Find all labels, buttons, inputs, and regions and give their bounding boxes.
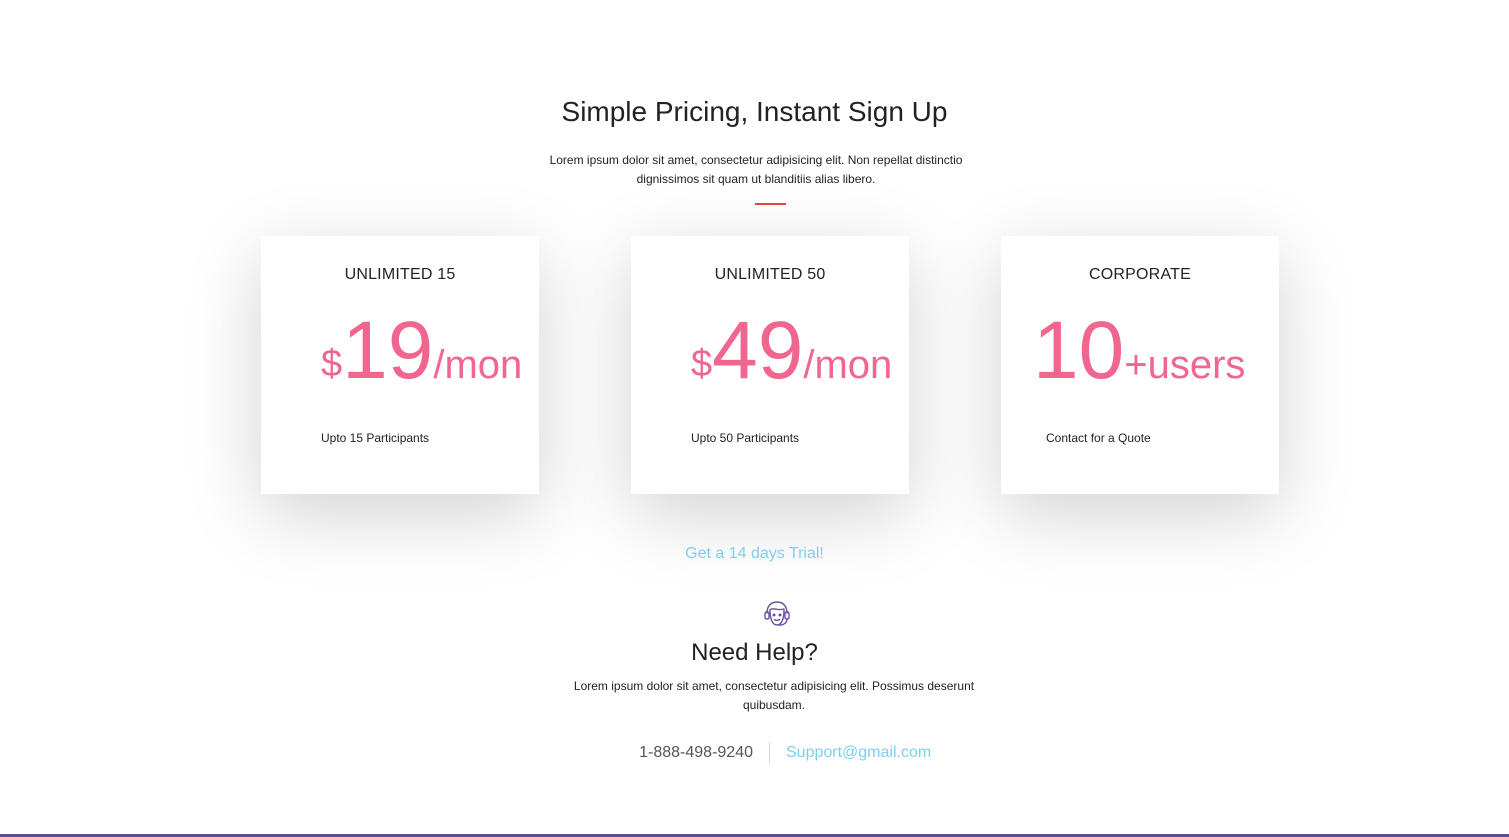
price-amount: 19 — [342, 305, 434, 396]
price-suffix: +users — [1124, 343, 1246, 387]
page-title: Simple Pricing, Instant Sign Up — [561, 96, 948, 127]
price-amount: 49 — [712, 305, 804, 396]
help-text: Lorem ipsum dolor sit amet, consectetur … — [573, 679, 975, 712]
plan-price: $49/mon — [691, 310, 892, 392]
plan-name: UNLIMITED 50 — [714, 266, 826, 283]
contact-divider — [769, 742, 770, 764]
plan-price: $19/mon — [321, 310, 522, 392]
price-suffix: /mon — [803, 343, 893, 387]
plan-name: CORPORATE — [1089, 266, 1191, 283]
support-agent-icon — [761, 598, 793, 630]
pricing-page: Simple Pricing, Instant Sign Up Lorem ip… — [0, 0, 1509, 837]
price-amount: 10 — [1033, 305, 1125, 396]
support-email-link[interactable]: Support@gmail.com — [786, 744, 931, 762]
plan-feature: Upto 50 Participants — [691, 431, 800, 445]
page-subtitle: Lorem ipsum dolor sit amet, consectetur … — [549, 153, 963, 186]
contact-row: 1-888-498-9240 Support@gmail.com — [0, 742, 1509, 764]
pricing-card-unlimited-15[interactable]: UNLIMITED 15 $19/mon Upto 15 Participant… — [261, 236, 539, 494]
price-currency: $ — [321, 343, 343, 385]
pricing-card-corporate[interactable]: CORPORATE 10+users Contact for a Quote — [1001, 236, 1279, 494]
price-currency: $ — [691, 343, 713, 385]
help-title: Need Help? — [691, 639, 818, 666]
trial-link[interactable]: Get a 14 days Trial! — [0, 545, 1509, 563]
plan-price: 10+users — [1033, 310, 1245, 392]
title-divider — [755, 203, 786, 205]
plan-name: UNLIMITED 15 — [344, 266, 456, 283]
phone-number[interactable]: 1-888-498-9240 — [639, 744, 753, 762]
price-suffix: /mon — [433, 343, 523, 387]
plan-feature: Contact for a Quote — [1046, 431, 1151, 445]
plan-feature: Upto 15 Participants — [321, 431, 430, 445]
pricing-card-unlimited-50[interactable]: UNLIMITED 50 $49/mon Upto 50 Participant… — [631, 236, 909, 494]
